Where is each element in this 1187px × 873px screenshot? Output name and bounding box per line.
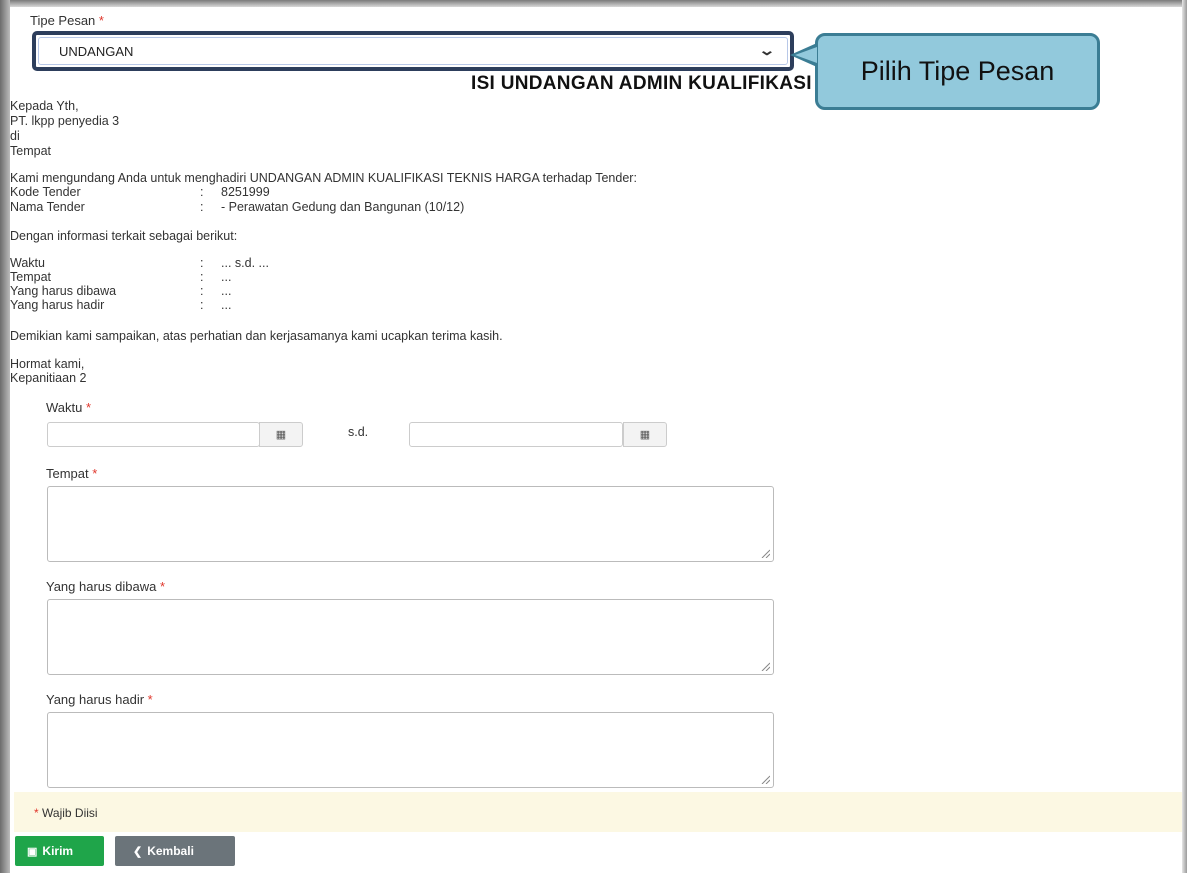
callout-annotation: Pilih Tipe Pesan xyxy=(815,33,1100,110)
info-waktu-sep: : xyxy=(200,256,204,270)
tempat-label: Tempat * xyxy=(46,466,98,481)
waktu-start-calendar-button[interactable]: ▦ xyxy=(259,422,303,447)
info-intro: Dengan informasi terkait sebagai berikut… xyxy=(10,229,238,243)
nama-tender-key: Nama Tender xyxy=(10,200,85,214)
waktu-start-input[interactable] xyxy=(47,422,260,447)
resize-grip-icon[interactable] xyxy=(760,548,770,558)
back-button[interactable]: ❮ Kembali xyxy=(115,836,235,866)
dibawa-label: Yang harus dibawa * xyxy=(46,579,166,594)
info-waktu-key: Waktu xyxy=(10,256,45,270)
window-frame-right xyxy=(1182,0,1187,873)
waktu-label: Waktu * xyxy=(46,400,92,415)
info-tempat-sep: : xyxy=(200,270,204,284)
page-content: Tipe Pesan * UNDANGAN ⌄ ISI UNDANGAN ADM… xyxy=(10,7,1182,873)
kode-tender-sep: : xyxy=(200,185,204,199)
resize-grip-icon[interactable] xyxy=(760,774,770,784)
required-mark: * xyxy=(147,692,153,707)
letter-place: Tempat xyxy=(10,144,51,158)
window-frame-top xyxy=(0,0,1187,7)
send-button-label: Kirim xyxy=(42,844,74,858)
tipe-pesan-value: UNDANGAN xyxy=(59,44,134,59)
tipe-pesan-select[interactable]: UNDANGAN ⌄ xyxy=(38,37,788,65)
dibawa-textarea[interactable] xyxy=(47,599,774,675)
calendar-icon: ▦ xyxy=(639,429,651,441)
tipe-pesan-label: Tipe Pesan * xyxy=(30,13,104,28)
kode-tender-value: 8251999 xyxy=(221,185,270,199)
required-mark: * xyxy=(159,579,166,594)
back-icon: ❮ xyxy=(133,845,143,858)
info-dibawa-value: ... xyxy=(221,284,232,298)
letter-recipient: PT. lkpp penyedia 3 xyxy=(10,114,120,128)
save-icon: ▣ xyxy=(27,845,38,858)
required-mark: * xyxy=(98,13,104,28)
hadir-label: Yang harus hadir * xyxy=(46,692,153,707)
required-mark: * xyxy=(92,466,98,481)
info-dibawa-key: Yang harus dibawa xyxy=(10,284,117,298)
letter-closing: Demikian kami sampaikan, atas perhatian … xyxy=(10,329,503,343)
required-mark: * xyxy=(85,400,92,415)
nama-tender-sep: : xyxy=(200,200,204,214)
required-note: * Wajib Diisi xyxy=(34,806,98,820)
waktu-end-input[interactable] xyxy=(409,422,623,447)
waktu-end-calendar-button[interactable]: ▦ xyxy=(623,422,667,447)
sd-label: s.d. xyxy=(348,425,369,439)
tempat-textarea[interactable] xyxy=(47,486,774,562)
back-button-label: Kembali xyxy=(147,844,194,858)
kode-tender-key: Kode Tender xyxy=(10,185,81,199)
info-hadir-key: Yang harus hadir xyxy=(10,298,105,312)
letter-signer: Kepanitiaan 2 xyxy=(10,371,87,385)
hadir-textarea[interactable] xyxy=(47,712,774,788)
window-frame-left xyxy=(0,0,10,873)
required-note-bar: * Wajib Diisi xyxy=(14,792,1182,832)
letter-di: di xyxy=(10,129,20,143)
letter-regards: Hormat kami, xyxy=(10,357,85,371)
chevron-down-icon: ⌄ xyxy=(758,42,776,58)
info-waktu-value: ... s.d. ... xyxy=(221,256,269,270)
send-button[interactable]: ▣ Kirim xyxy=(15,836,104,866)
info-hadir-value: ... xyxy=(221,298,232,312)
callout-pointer-fill xyxy=(795,47,817,63)
calendar-icon: ▦ xyxy=(275,429,287,441)
info-tempat-key: Tempat xyxy=(10,270,51,284)
info-tempat-value: ... xyxy=(221,270,232,284)
info-dibawa-sep: : xyxy=(200,284,204,298)
nama-tender-value: - Perawatan Gedung dan Bangunan (10/12) xyxy=(221,200,465,214)
resize-grip-icon[interactable] xyxy=(760,661,770,671)
letter-intro: Kami mengundang Anda untuk menghadiri UN… xyxy=(10,171,637,185)
info-hadir-sep: : xyxy=(200,298,204,312)
letter-greeting: Kepada Yth, xyxy=(10,99,79,113)
